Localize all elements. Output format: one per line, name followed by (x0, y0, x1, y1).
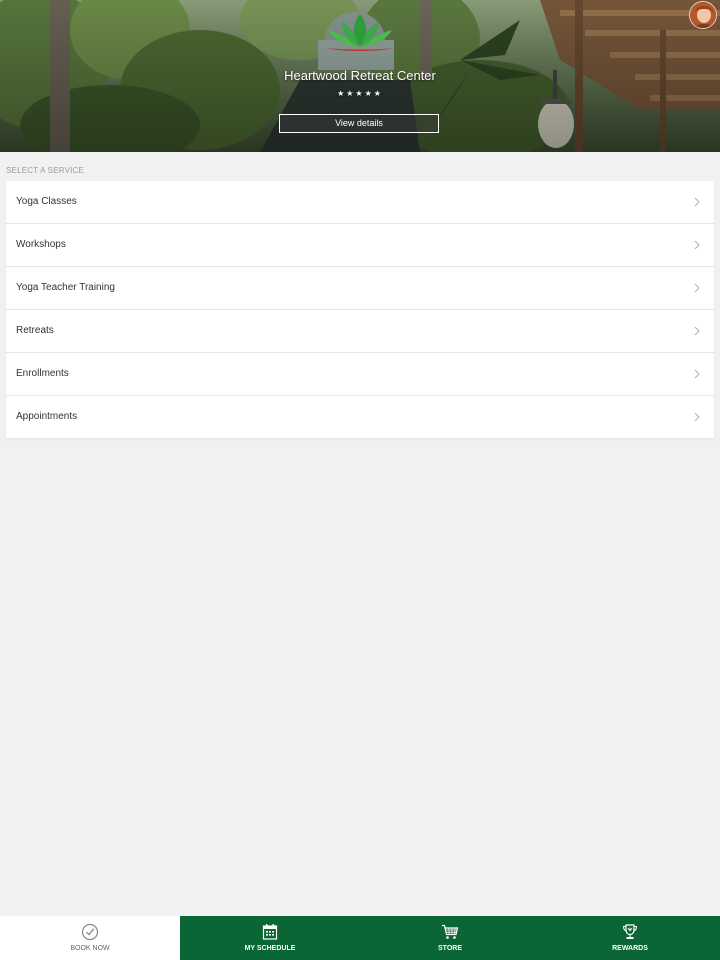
chevron-right-icon (694, 412, 700, 422)
tab-label: STORE (438, 945, 462, 952)
tab-rewards[interactable]: REWARDS (540, 916, 720, 960)
calendar-icon (262, 924, 278, 940)
check-circle-icon (81, 923, 99, 941)
chevron-right-icon (694, 283, 700, 293)
service-item-workshops[interactable]: Workshops (6, 224, 714, 267)
service-item-enrollments[interactable]: Enrollments (6, 353, 714, 396)
service-item-label: Yoga Classes (16, 196, 77, 207)
tab-label: MY SCHEDULE (244, 945, 296, 952)
service-item-yoga-classes[interactable]: Yoga Classes (6, 181, 714, 224)
view-details-button[interactable]: View details (279, 114, 439, 133)
service-item-label: Retreats (16, 325, 54, 336)
tab-label: BOOK NOW (70, 945, 110, 952)
lotus-logo-icon (326, 14, 394, 51)
tab-my-schedule[interactable]: MY SCHEDULE (180, 916, 360, 960)
service-item-retreats[interactable]: Retreats (6, 310, 714, 353)
service-item-label: Enrollments (16, 368, 69, 379)
service-item-appointments[interactable]: Appointments (6, 396, 714, 438)
chevron-right-icon (694, 369, 700, 379)
tab-store[interactable]: STORE (360, 916, 540, 960)
studio-name: Heartwood Retreat Center (284, 68, 436, 83)
service-list: Yoga Classes Workshops Yoga Teacher Trai… (6, 181, 714, 438)
tab-label: REWARDS (612, 945, 648, 952)
hero-banner: Heartwood Retreat Center ★★★★★ View deta… (0, 0, 720, 152)
bottom-tab-bar: BOOK NOW MY SCHEDULE STORE REWARDS (0, 916, 720, 960)
service-item-label: Appointments (16, 411, 78, 422)
tab-book-now[interactable]: BOOK NOW (0, 916, 180, 960)
service-item-label: Yoga Teacher Training (16, 282, 115, 293)
chevron-right-icon (694, 240, 700, 250)
service-item-yoga-teacher-training[interactable]: Yoga Teacher Training (6, 267, 714, 310)
chevron-right-icon (694, 326, 700, 336)
user-avatar[interactable] (689, 1, 717, 29)
section-label: SELECT A SERVICE (6, 166, 85, 175)
rating-stars: ★★★★★ (337, 89, 383, 98)
trophy-icon (622, 924, 638, 939)
chevron-right-icon (694, 197, 700, 207)
service-item-label: Workshops (16, 239, 66, 250)
cart-icon (442, 924, 459, 939)
